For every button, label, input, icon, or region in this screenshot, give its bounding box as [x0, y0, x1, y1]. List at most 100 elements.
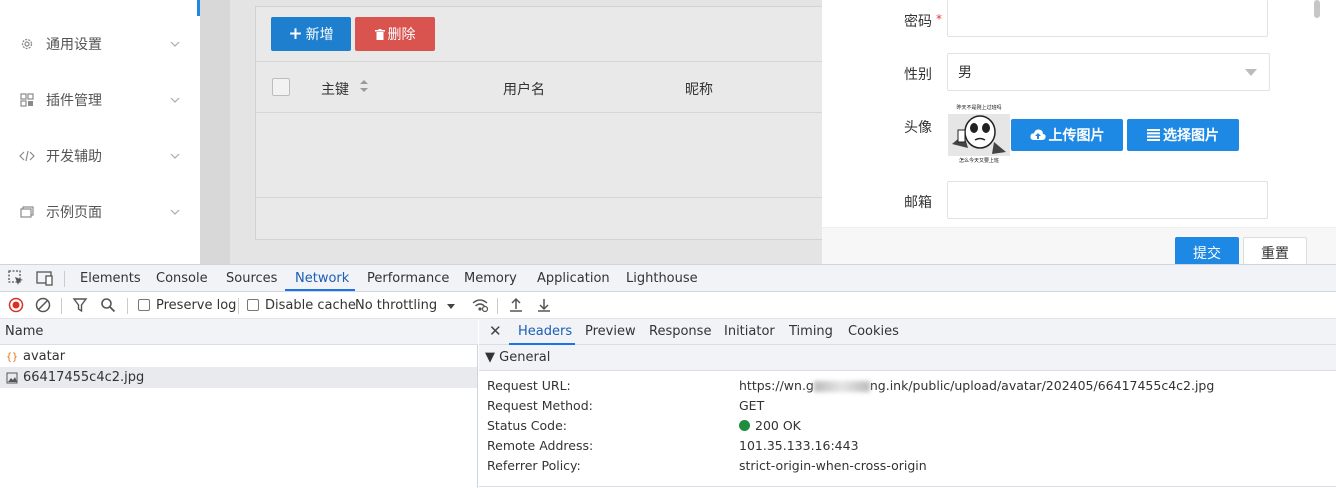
delete-button[interactable]: 删除	[355, 17, 435, 51]
submit-button[interactable]: 提交	[1175, 237, 1239, 264]
status-code-text: 200 OK	[755, 418, 801, 433]
record-stop-icon[interactable]	[8, 297, 26, 315]
request-name: 66417455c4c2.jpg	[23, 370, 145, 385]
avatar-caption-bottom: 怎么今天又要上班	[958, 158, 999, 164]
sidebar-item-example-pages[interactable]: 示例页面	[0, 184, 200, 240]
device-toolbar-icon[interactable]	[36, 270, 54, 288]
referrer-policy-label: Referrer Policy:	[487, 458, 581, 473]
plus-icon: +	[288, 24, 303, 44]
preserve-log-label[interactable]: Preserve log	[156, 298, 236, 313]
sidebar-item-label: 开发辅助	[46, 149, 102, 165]
general-section-toggle[interactable]: ▼ General	[479, 345, 1336, 371]
dialog-scrollbar[interactable]	[1314, 0, 1320, 18]
email-label: 邮箱	[904, 195, 932, 211]
request-url-rest: ng.ink/public/upload/avatar/202405/66417…	[869, 378, 1215, 393]
column-header-name[interactable]: Name	[0, 319, 478, 345]
email-field[interactable]	[947, 181, 1268, 219]
remote-address-value: 101.35.133.16:443	[739, 438, 859, 453]
preserve-log-checkbox[interactable]	[138, 299, 150, 311]
request-url-value: https://wn.g ng.ink/public/upload/avatar/…	[739, 378, 1214, 393]
add-button[interactable]: + 新增	[271, 17, 351, 51]
reset-button[interactable]: 重置	[1243, 237, 1307, 264]
table-header: 主键 用户名 昵称	[256, 61, 824, 113]
toolbar-divider	[238, 298, 239, 314]
tab-cookies[interactable]: Cookies	[848, 324, 899, 339]
upload-image-button[interactable]: 上传图片	[1011, 119, 1123, 151]
request-name: avatar	[23, 349, 66, 364]
tab-elements[interactable]: Elements	[80, 271, 141, 286]
grid-icon	[19, 92, 35, 108]
request-detail-panel: ✕ Headers Preview Response Initiator Tim…	[479, 319, 1336, 488]
list-icon	[1147, 129, 1160, 141]
inspect-element-icon[interactable]	[8, 270, 26, 288]
select-all-checkbox[interactable]	[272, 78, 290, 96]
tab-headers[interactable]: Headers	[518, 324, 572, 339]
tab-application[interactable]: Application	[537, 271, 610, 286]
request-url-label: Request URL:	[487, 378, 571, 393]
sort-icon[interactable]	[359, 79, 369, 95]
export-har-icon[interactable]	[536, 297, 554, 315]
throttling-select[interactable]: No throttling	[355, 298, 437, 313]
tab-performance[interactable]: Performance	[367, 271, 449, 286]
image-file-icon	[5, 371, 19, 385]
sidebar-item-general-settings[interactable]: 通用设置	[0, 16, 200, 72]
disable-cache-checkbox[interactable]	[247, 299, 259, 311]
import-har-icon[interactable]	[508, 297, 526, 315]
page-icon	[19, 204, 35, 220]
gender-select[interactable]: 男	[947, 53, 1270, 91]
column-header-id[interactable]: 主键	[321, 79, 349, 99]
tab-network[interactable]: Network	[295, 271, 349, 286]
tab-response[interactable]: Response	[649, 324, 711, 339]
dropdown-caret-icon	[1245, 69, 1257, 76]
sidebar-item-label: 示例页面	[46, 205, 102, 221]
code-icon	[19, 148, 35, 164]
toolbar-divider	[64, 271, 65, 287]
cloud-upload-icon	[1029, 129, 1046, 141]
tab-preview[interactable]: Preview	[585, 324, 636, 339]
remote-address-label: Remote Address:	[487, 438, 594, 453]
tab-sources[interactable]: Sources	[226, 271, 277, 286]
sidebar: 通用设置 插件管理 开发辅助 示例页面	[0, 0, 200, 264]
dropdown-arrow-icon[interactable]	[446, 300, 464, 318]
tab-lighthouse[interactable]: Lighthouse	[626, 271, 698, 286]
choose-image-button[interactable]: 选择图片	[1127, 119, 1239, 151]
password-field[interactable]	[947, 0, 1268, 37]
detail-tab-bar: ✕ Headers Preview Response Initiator Tim…	[479, 319, 1336, 345]
tab-timing[interactable]: Timing	[789, 324, 833, 339]
network-conditions-icon[interactable]	[471, 297, 489, 315]
status-code-label: Status Code:	[487, 418, 568, 433]
request-url-prefix: https://wn.g	[739, 378, 814, 393]
active-tab-indicator	[285, 289, 355, 291]
required-mark: *	[936, 12, 942, 26]
status-code-value: 200 OK	[739, 418, 801, 433]
xhr-icon: {}	[5, 350, 19, 364]
tab-memory[interactable]: Memory	[464, 271, 517, 286]
close-icon[interactable]: ✕	[489, 322, 502, 340]
add-button-label: 新增	[305, 27, 334, 43]
svg-text:{}: {}	[6, 352, 18, 363]
gear-icon	[19, 36, 35, 52]
devtools-panel: Elements Console Sources Network Perform…	[0, 264, 1336, 488]
redacted-blur	[813, 381, 870, 392]
filter-icon[interactable]	[72, 297, 90, 315]
chevron-down-icon	[170, 94, 182, 106]
request-row[interactable]: {} avatar	[0, 346, 477, 367]
clear-icon[interactable]	[35, 297, 53, 315]
tab-initiator[interactable]: Initiator	[724, 324, 775, 339]
upload-image-label: 上传图片	[1048, 128, 1105, 144]
avatar-caption-top: 昨天不是刚上过班吗	[956, 105, 1002, 111]
request-row-selected[interactable]: 66417455c4c2.jpg	[0, 367, 477, 388]
choose-image-label: 选择图片	[1163, 128, 1219, 144]
network-toolbar: Preserve log Disable cache No throttling	[0, 292, 1336, 319]
chevron-down-icon	[170, 150, 182, 162]
sidebar-item-label: 插件管理	[46, 93, 102, 109]
tab-console[interactable]: Console	[156, 271, 208, 286]
avatar-preview: 昨天不是刚上过班吗 怎么今天又要上班	[948, 104, 1010, 166]
sidebar-item-label: 通用设置	[46, 37, 102, 53]
request-method-value: GET	[739, 398, 765, 413]
search-icon[interactable]	[100, 297, 118, 315]
sidebar-item-plugin-management[interactable]: 插件管理	[0, 72, 200, 128]
disable-cache-label[interactable]: Disable cache	[265, 298, 356, 313]
sidebar-item-dev-assist[interactable]: 开发辅助	[0, 128, 200, 184]
password-label: 密码	[904, 14, 932, 30]
